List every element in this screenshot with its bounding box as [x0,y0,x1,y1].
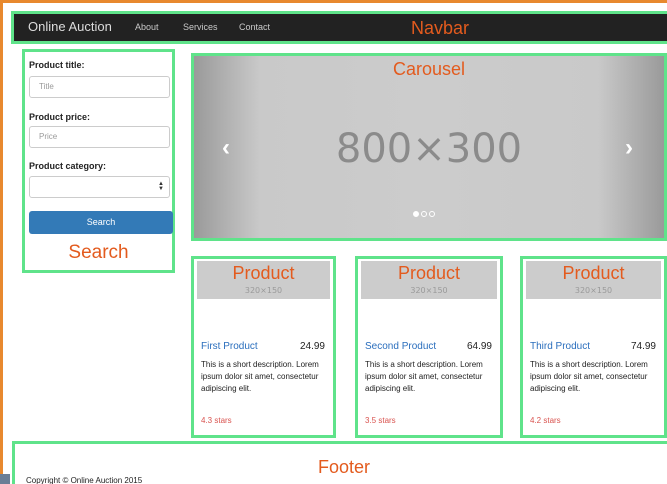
navbar: Online Auction About Services Contact Na… [11,11,667,44]
footer: Footer Copyright © Online Auction 2015 [12,441,667,484]
thumbnail-placeholder-text: 320×150 [410,286,448,295]
product-annotation: Product [397,263,461,283]
product-rating: 4.2 stars [530,416,561,425]
product-price: 24.99 [299,341,325,352]
carousel-dot-1[interactable] [413,211,419,217]
product-card: 320×150 Product Third Product 74.99 This… [520,256,667,438]
carousel-slide: 800×300 ‹ › [194,56,664,238]
navbar-brand[interactable]: Online Auction [28,19,112,34]
product-annotation: Product [232,263,295,283]
product-title-link[interactable]: Third Product [530,341,590,352]
product-description: This is a short description. Lorem ipsum… [530,360,648,393]
carousel: 800×300 ‹ › Carousel [191,53,667,241]
carousel-prev-icon[interactable]: ‹ [222,134,230,162]
product-annotation: Product [562,263,625,283]
nav-link-services[interactable]: Services [183,22,218,32]
carousel-indicators [413,204,437,222]
product-category-select[interactable]: ▲ ▼ [29,176,170,198]
product-description: This is a short description. Lorem ipsum… [365,360,483,393]
product-title-input[interactable]: Title [29,76,170,98]
product-title-link[interactable]: First Product [201,341,258,352]
dock-fragment [0,474,10,484]
product-description: This is a short description. Lorem ipsum… [201,360,319,393]
copyright-text: Copyright © Online Auction 2015 [26,476,143,484]
search-button[interactable]: Search [29,211,173,234]
product-price-input[interactable]: Price [29,126,170,148]
carousel-next-icon[interactable]: › [625,134,633,162]
product-price-label: Product price: [29,112,91,122]
nav-link-contact[interactable]: Contact [239,22,270,32]
select-arrows-icon: ▲ ▼ [158,181,164,192]
product-category-label: Product category: [29,161,107,171]
product-card: 320×150 Product Second Product 64.99 Thi… [355,256,503,438]
carousel-dot-3[interactable] [429,211,435,217]
carousel-annotation: Carousel [392,59,466,79]
thumbnail-placeholder-text: 320×150 [244,286,283,295]
thumbnail-placeholder-text: 320×150 [574,286,613,295]
product-title-label: Product title: [29,60,85,70]
footer-annotation: Footer [317,457,371,477]
product-card: 320×150 Product First Product 24.99 This… [191,256,336,438]
nav-link-about[interactable]: About [135,22,159,32]
product-price: 64.99 [466,341,492,352]
product-price: 74.99 [630,341,656,352]
product-rating: 3.5 stars [365,416,396,425]
carousel-dot-2[interactable] [421,211,427,217]
carousel-placeholder-text: 800×300 [335,126,523,172]
product-title-link[interactable]: Second Product [365,341,436,352]
product-rating: 4.3 stars [201,416,232,425]
page-frame: Online Auction About Services Contact Na… [0,0,667,484]
search-annotation: Search [68,242,129,263]
search-panel: Product title: Title Product price: Pric… [22,49,175,273]
navbar-annotation: Navbar [410,18,470,38]
